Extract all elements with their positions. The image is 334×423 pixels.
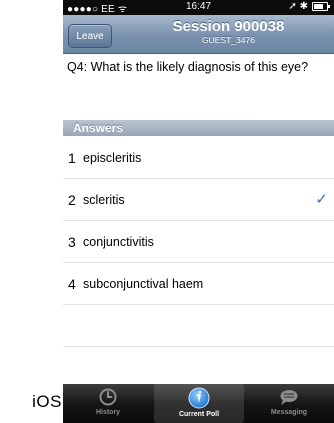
leave-button[interactable]: Leave: [68, 24, 112, 48]
tab-label: Current Poll: [178, 411, 220, 418]
answer-option-2[interactable]: 2 scleritis ✓: [63, 179, 334, 221]
answer-number: 2: [68, 191, 76, 208]
chat-bubble-icon: [280, 390, 298, 405]
answer-option-1[interactable]: 1 episcleritis: [63, 137, 334, 179]
session-title: Session 900038: [172, 18, 285, 35]
navigation-bar: Leave Session 900038 GUEST_3476: [63, 15, 334, 54]
status-right-icons: ➚ ✱: [288, 1, 330, 12]
clock-icon: [99, 388, 117, 406]
question-text: Q4: What is the likely diagnosis of this…: [67, 60, 309, 74]
tab-history[interactable]: History: [63, 384, 153, 423]
tab-label: Messaging: [270, 409, 308, 416]
tab-current-poll[interactable]: Current Poll: [154, 384, 244, 423]
answer-number: 1: [68, 149, 76, 166]
answer-text: scleritis: [83, 192, 125, 207]
answer-option-3[interactable]: 3 conjunctivitis: [63, 221, 334, 263]
platform-label: iOS: [32, 392, 62, 411]
answer-option-4[interactable]: 4 subconjunctival haem: [63, 263, 334, 305]
poll-icon: [188, 387, 210, 409]
status-bar: ●●●●○ EE ᯤ 16:47 ➚ ✱: [63, 0, 334, 15]
checkmark-icon: ✓: [315, 191, 328, 208]
tab-bar: History Current Poll Messaging: [63, 384, 334, 423]
answer-text: conjunctivitis: [83, 234, 154, 249]
answer-number: 3: [68, 233, 76, 250]
tab-messaging[interactable]: Messaging: [244, 384, 334, 423]
session-title-block: Session 900038 GUEST_3476: [123, 18, 334, 45]
battery-icon: [312, 2, 330, 11]
location-bluetooth-icons: ➚ ✱: [288, 1, 308, 12]
guest-id: GUEST_3476: [202, 35, 255, 45]
empty-row: [63, 305, 334, 347]
answer-number: 4: [68, 275, 76, 292]
answer-text: subconjunctival haem: [83, 276, 204, 291]
answer-text: episcleritis: [83, 150, 142, 165]
answers-list: 1 episcleritis 2 scleritis ✓ 3 conjuncti…: [63, 137, 334, 347]
tab-label: History: [95, 409, 121, 416]
answers-section-header: Answers: [63, 120, 334, 136]
phone-screen: ●●●●○ EE ᯤ 16:47 ➚ ✱ Leave Session 90003…: [63, 0, 334, 423]
